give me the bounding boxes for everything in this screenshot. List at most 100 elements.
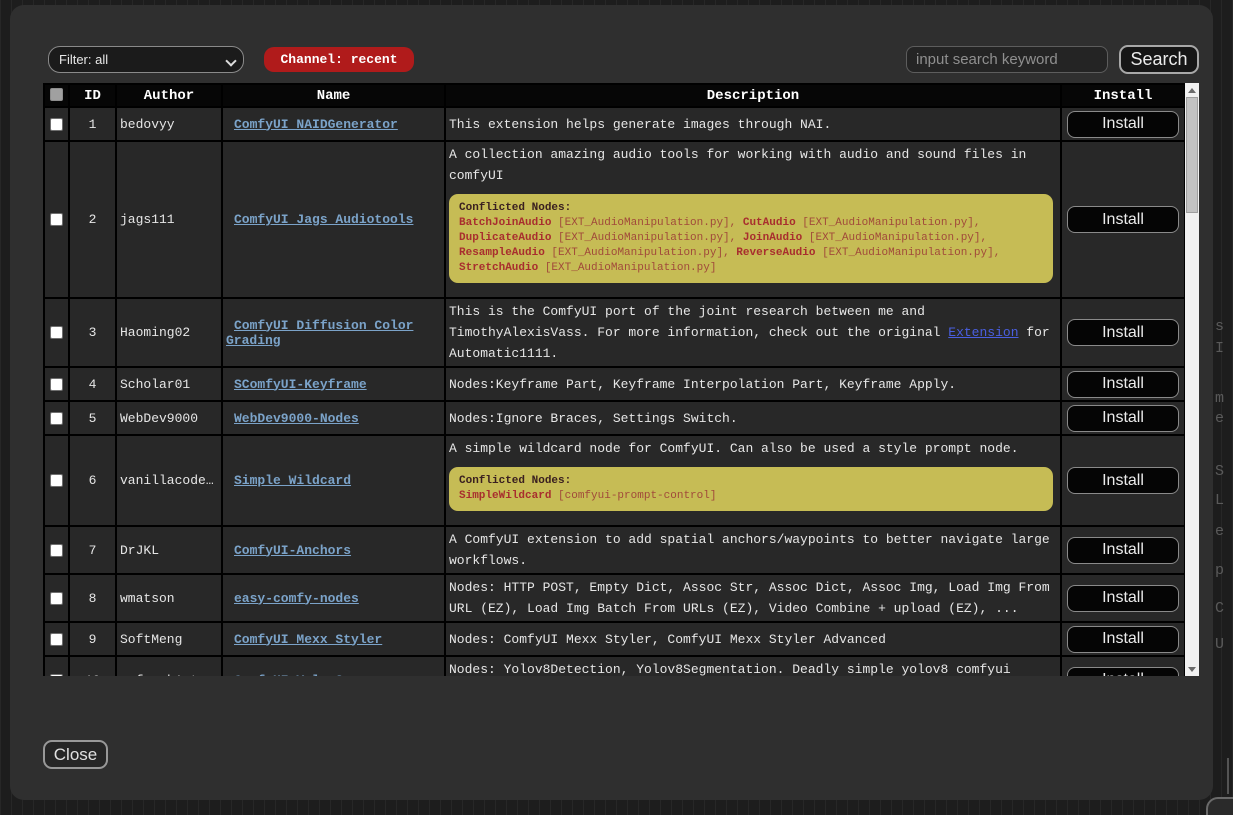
- select-all-checkbox[interactable]: [50, 88, 63, 101]
- name-link[interactable]: ComfyUI Yolov8: [226, 673, 343, 677]
- cell-id: 2: [69, 141, 116, 298]
- description-text: This is the ComfyUI port of the joint re…: [449, 301, 1057, 364]
- name-link[interactable]: SComfyUI-Keyframe: [226, 377, 367, 392]
- row-checkbox[interactable]: [50, 474, 63, 487]
- conflict-node-name: BatchJoinAudio: [459, 217, 551, 229]
- row-checkbox[interactable]: [50, 378, 63, 391]
- cell-author: wmatson: [116, 574, 222, 622]
- install-button[interactable]: Install: [1067, 626, 1179, 653]
- background-text-fragment: m: [1215, 390, 1224, 407]
- column-header-install: Install: [1061, 84, 1185, 107]
- conflict-node-name: JoinAudio: [743, 232, 802, 244]
- cell-name: ComfyUI_Mexx_Styler: [222, 622, 445, 656]
- cell-id: 9: [69, 622, 116, 656]
- cell-install: Install: [1061, 526, 1185, 574]
- install-button[interactable]: Install: [1067, 585, 1179, 612]
- row-select-cell: [44, 622, 69, 656]
- row-checkbox[interactable]: [50, 412, 63, 425]
- cell-id: 4: [69, 367, 116, 401]
- table-row: 10zcfrank1stComfyUI Yolov8Nodes: Yolov8D…: [44, 656, 1185, 676]
- install-button[interactable]: Install: [1067, 319, 1179, 346]
- scrollbar-down-button[interactable]: [1185, 662, 1199, 676]
- install-button[interactable]: Install: [1067, 206, 1179, 233]
- cell-id: 6: [69, 435, 116, 526]
- close-button[interactable]: Close: [43, 740, 108, 769]
- row-checkbox[interactable]: [50, 633, 63, 646]
- conflict-title: Conflicted Nodes:: [459, 201, 1043, 216]
- scrollbar-up-button[interactable]: [1185, 83, 1199, 97]
- row-checkbox[interactable]: [50, 592, 63, 605]
- scrollbar-thumb[interactable]: [1186, 97, 1198, 213]
- header-select-all[interactable]: [44, 84, 69, 107]
- filter-select-wrap: Filter: all: [48, 46, 244, 73]
- row-checkbox[interactable]: [50, 326, 63, 339]
- filter-select[interactable]: Filter: all: [48, 46, 244, 73]
- cell-id: 3: [69, 298, 116, 367]
- background-text-fragment: p: [1215, 562, 1224, 579]
- row-checkbox[interactable]: [50, 213, 63, 226]
- conflict-list: BatchJoinAudio [EXT_AudioManipulation.py…: [459, 216, 1043, 276]
- table-header: IDAuthorNameDescriptionInstall: [44, 84, 1185, 107]
- name-link[interactable]: WebDev9000-Nodes: [226, 411, 359, 426]
- install-button[interactable]: Install: [1067, 405, 1179, 432]
- background-panel-corner: [1206, 797, 1233, 815]
- row-checkbox[interactable]: [50, 544, 63, 557]
- cell-description: Nodes:Ignore Braces, Settings Switch.: [445, 401, 1061, 435]
- cell-description: Nodes: ComfyUI Mexx Styler, ComfyUI Mexx…: [445, 622, 1061, 656]
- cell-install: Install: [1061, 298, 1185, 367]
- name-link[interactable]: ComfyUI Diffusion Color Grading: [226, 318, 441, 348]
- conflict-node-name: CutAudio: [743, 217, 796, 229]
- install-button[interactable]: Install: [1067, 111, 1179, 138]
- cell-author: WebDev9000: [116, 401, 222, 435]
- scrollbar[interactable]: [1185, 83, 1199, 676]
- cell-description: This is the ComfyUI port of the joint re…: [445, 298, 1061, 367]
- search-button[interactable]: Search: [1119, 45, 1199, 74]
- cell-description: A collection amazing audio tools for wor…: [445, 141, 1061, 298]
- table-row: 6vanillacode…Simple WildcardA simple wil…: [44, 435, 1185, 526]
- name-link[interactable]: ComfyUI-Anchors: [226, 543, 351, 558]
- table-row: 2jags111ComfyUI_Jags_AudiotoolsA collect…: [44, 141, 1185, 298]
- cell-name: ComfyUI Diffusion Color Grading: [222, 298, 445, 367]
- cell-install: Install: [1061, 107, 1185, 141]
- description-text: Nodes: ComfyUI Mexx Styler, ComfyUI Mexx…: [449, 629, 1057, 650]
- search-input[interactable]: [906, 46, 1108, 73]
- install-button[interactable]: Install: [1067, 467, 1179, 494]
- name-link[interactable]: Simple Wildcard: [226, 473, 351, 488]
- cell-name: ComfyUI Yolov8: [222, 656, 445, 676]
- cell-install: Install: [1061, 141, 1185, 298]
- background-text-fragment: C: [1215, 600, 1224, 617]
- install-button[interactable]: Install: [1067, 371, 1179, 398]
- install-button[interactable]: Install: [1067, 667, 1179, 677]
- cell-id: 1: [69, 107, 116, 141]
- extension-table: IDAuthorNameDescriptionInstall 1bedovyyC…: [43, 83, 1186, 676]
- conflict-node-name: ResampleAudio: [459, 247, 545, 259]
- description-text: This extension helps generate images thr…: [449, 114, 1057, 135]
- description-text: A simple wildcard node for ComfyUI. Can …: [449, 438, 1057, 459]
- background-text-fragment: U: [1215, 636, 1224, 653]
- description-text: Nodes:Keyframe Part, Keyframe Interpolat…: [449, 374, 1057, 395]
- description-text: Nodes:Ignore Braces, Settings Switch.: [449, 408, 1057, 429]
- row-checkbox[interactable]: [50, 674, 63, 676]
- name-link[interactable]: ComfyUI_NAIDGenerator: [226, 117, 398, 132]
- conflict-node-source: [EXT_AudioManipulation.py]: [802, 232, 980, 244]
- description-text: Nodes: HTTP POST, Empty Dict, Assoc Str,…: [449, 577, 1057, 619]
- row-select-cell: [44, 141, 69, 298]
- install-button[interactable]: Install: [1067, 537, 1179, 564]
- name-link[interactable]: ComfyUI_Mexx_Styler: [226, 632, 382, 647]
- row-checkbox[interactable]: [50, 118, 63, 131]
- name-link[interactable]: easy-comfy-nodes: [226, 591, 359, 606]
- row-select-cell: [44, 656, 69, 676]
- cell-id: 10: [69, 656, 116, 676]
- cell-author: SoftMeng: [116, 622, 222, 656]
- install-custom-nodes-dialog: Filter: all Channel: recent Search IDAut…: [10, 5, 1213, 800]
- description-link[interactable]: Extension: [948, 325, 1018, 340]
- description-text: A ComfyUI extension to add spatial ancho…: [449, 529, 1057, 571]
- column-header-author: Author: [116, 84, 222, 107]
- name-link[interactable]: ComfyUI_Jags_Audiotools: [226, 212, 413, 227]
- column-header-name: Name: [222, 84, 445, 107]
- cell-id: 8: [69, 574, 116, 622]
- cell-install: Install: [1061, 367, 1185, 401]
- page-background: { "toolbar": { "filter_label": "Filter: …: [0, 0, 1233, 815]
- channel-badge[interactable]: Channel: recent: [264, 47, 414, 72]
- description-text: A collection amazing audio tools for wor…: [449, 144, 1057, 186]
